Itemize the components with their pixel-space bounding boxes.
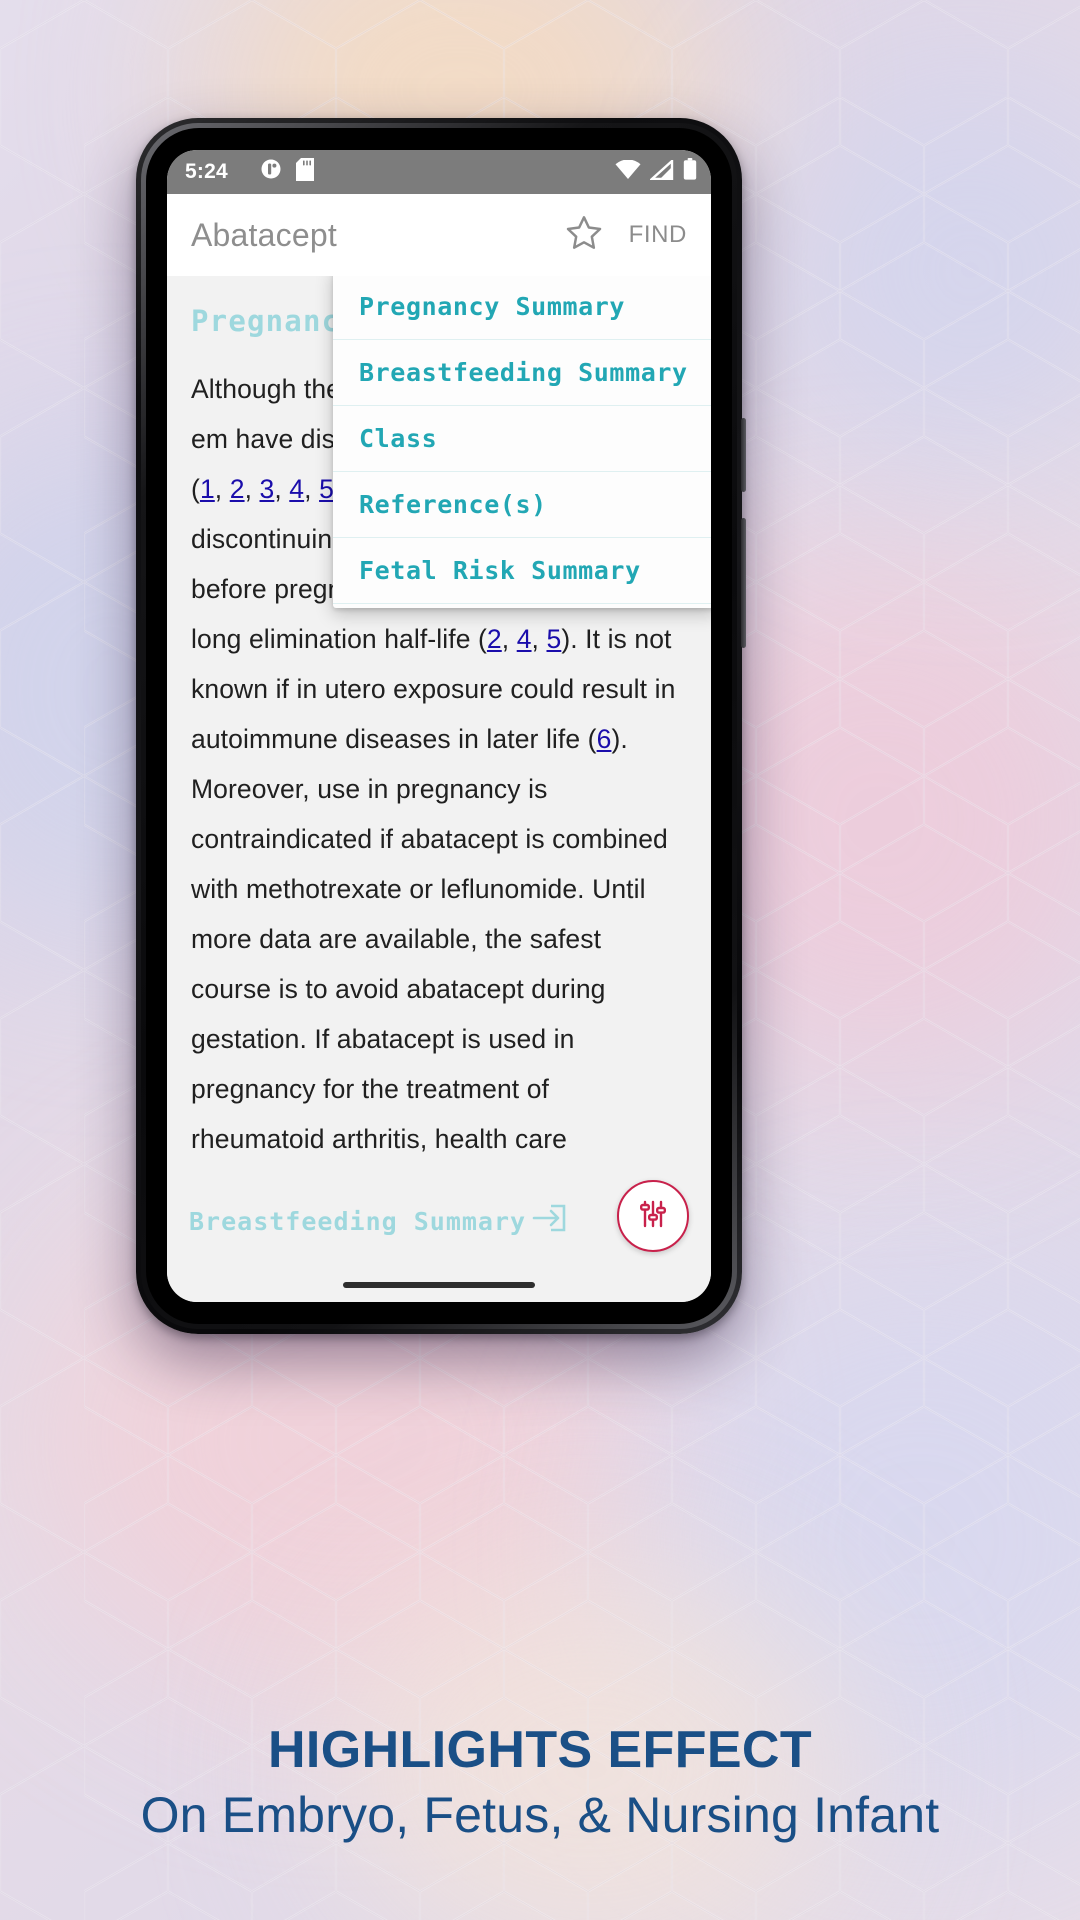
menu-item-breastfeeding-summary[interactable]: Breastfeeding Summary xyxy=(333,340,711,406)
caption-line-2: On Embryo, Fetus, & Nursing Infant xyxy=(140,1787,940,1843)
article-content: Pregnancy Summary Although the a human p… xyxy=(167,276,711,1268)
reference-link-5[interactable]: 5 xyxy=(546,624,561,654)
paragraph-text-run: , xyxy=(531,624,547,654)
paragraph-text-run: , xyxy=(304,474,320,504)
arrow-into-box-icon xyxy=(530,1203,566,1239)
page-title: Abatacept xyxy=(191,216,337,253)
reference-link-2[interactable]: 2 xyxy=(230,474,245,504)
menu-item-references[interactable]: Reference(s) xyxy=(333,472,711,538)
menu-item-pregnancy-summary[interactable]: Pregnancy Summary xyxy=(333,276,711,340)
next-section-link[interactable]: Breastfeeding Summary xyxy=(189,1203,566,1239)
settings-fab-button[interactable] xyxy=(617,1180,689,1252)
reference-link-6[interactable]: 6 xyxy=(597,724,612,754)
reference-link-4[interactable]: 4 xyxy=(517,624,532,654)
phone-power-button xyxy=(741,518,746,648)
do-not-disturb-icon xyxy=(260,158,282,186)
sliders-settings-icon xyxy=(635,1196,671,1237)
status-bar-right xyxy=(615,158,697,186)
reference-link-1[interactable]: 1 xyxy=(200,474,215,504)
paragraph-text-run: , xyxy=(214,474,230,504)
sd-card-icon xyxy=(295,157,314,187)
paragraph-text-run: , xyxy=(501,624,517,654)
reference-link-2[interactable]: 2 xyxy=(487,624,502,654)
phone-volume-button xyxy=(741,418,746,492)
app-bar: Abatacept FIND xyxy=(167,194,711,276)
promo-caption: HIGHLIGHTS EFFECT On Embryo, Fetus, & Nu… xyxy=(0,1718,1080,1848)
paragraph-text-run: , xyxy=(244,474,260,504)
cellular-signal-icon xyxy=(648,158,674,186)
status-clock: 5:24 xyxy=(185,160,228,183)
gesture-nav-bar xyxy=(167,1268,711,1302)
star-outline-icon xyxy=(564,213,604,258)
phone-screen: 5:24 Abatacept FIND Pregnancy Although t… xyxy=(167,150,711,1302)
home-gesture-pill[interactable] xyxy=(343,1282,535,1288)
next-section-label: Breastfeeding Summary xyxy=(189,1206,527,1236)
caption-line-1: HIGHLIGHTS EFFECT xyxy=(267,1721,813,1779)
find-button[interactable]: FIND xyxy=(623,217,693,253)
reference-link-5[interactable]: 5 xyxy=(319,474,334,504)
bottom-navigation-bar: Breastfeeding Summary xyxy=(167,1174,711,1268)
menu-item-class[interactable]: Class xyxy=(333,406,711,472)
status-bar-left: 5:24 xyxy=(185,157,314,187)
wifi-icon xyxy=(615,159,641,186)
phone-mockup: 5:24 Abatacept FIND Pregnancy Although t… xyxy=(136,118,746,1334)
paragraph-text-run: , xyxy=(274,474,290,504)
favorite-star-button[interactable] xyxy=(561,212,607,258)
section-navigation-menu[interactable]: Pregnancy Summary Breastfeeding Summary … xyxy=(333,276,711,608)
reference-link-3[interactable]: 3 xyxy=(260,474,275,504)
status-bar: 5:24 xyxy=(167,150,711,194)
reference-link-4[interactable]: 4 xyxy=(289,474,304,504)
menu-item-fetal-risk-summary[interactable]: Fetal Risk Summary xyxy=(333,538,711,604)
battery-icon xyxy=(683,158,697,186)
